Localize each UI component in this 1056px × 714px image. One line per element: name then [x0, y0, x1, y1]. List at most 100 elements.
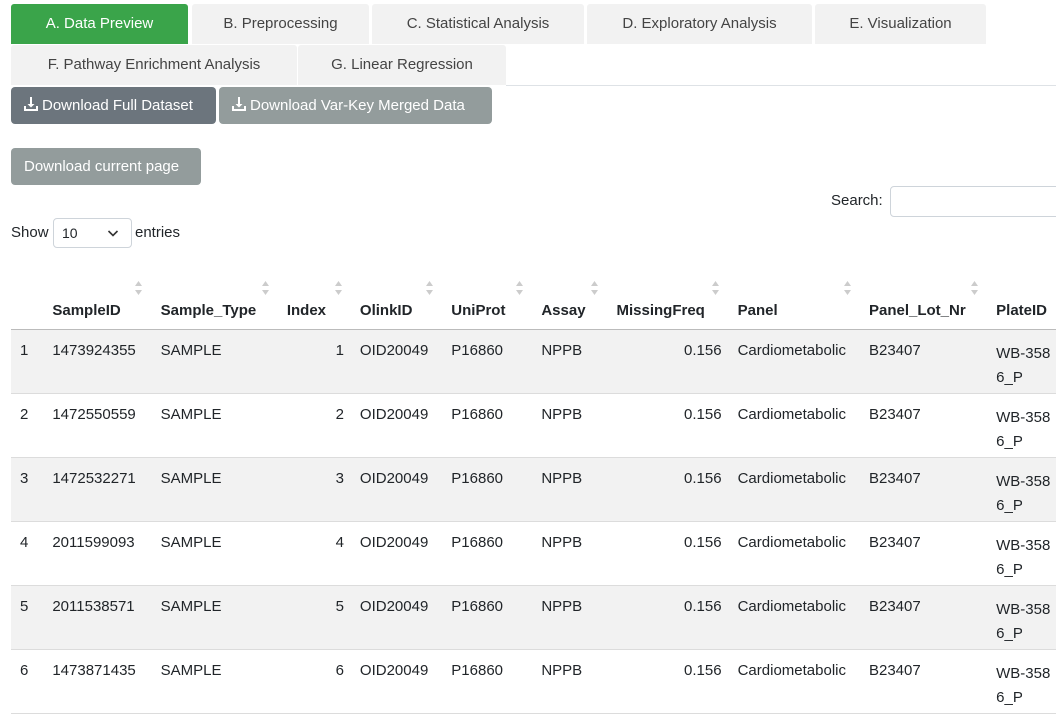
cell-n: 4	[11, 521, 53, 586]
sort-icon	[970, 281, 978, 295]
cell-index: 5	[286, 585, 360, 650]
table-header-row: SampleID Sample_Type Index OlinkID UniPr…	[11, 272, 1056, 330]
download-current-page-button[interactable]: Download current page	[11, 148, 201, 185]
entries-label: entries	[135, 224, 181, 241]
cell-sampleid: 2011538571	[52, 585, 161, 650]
cell-sampleid: 1473924355	[52, 329, 161, 394]
sort-icon	[712, 281, 720, 295]
cell-sample-type: SAMPLE	[160, 393, 287, 458]
tab-exploratory-analysis[interactable]: D. Exploratory Analysis	[587, 4, 812, 44]
column-header-label: Assay	[541, 302, 586, 319]
column-header-panel-lot-nr[interactable]: Panel_Lot_Nr	[868, 272, 997, 330]
cell-assay: NPPB	[541, 457, 617, 522]
cell-panel-lot-nr: B23407	[868, 649, 997, 714]
cell-missingfreq: 0.156	[616, 521, 738, 586]
cell-n: 2	[11, 393, 53, 458]
cell-plateid: WB-3586_P	[996, 329, 1056, 394]
download-icon	[232, 97, 246, 111]
cell-sample-type: SAMPLE	[160, 649, 287, 714]
search-input[interactable]	[890, 186, 1056, 217]
cell-index: 4	[286, 521, 360, 586]
cell-panel: Cardiometabolic	[737, 329, 869, 394]
column-header-panel[interactable]: Panel	[737, 272, 869, 330]
cell-index: 1	[286, 329, 360, 394]
column-header-label: Panel	[737, 302, 778, 319]
tab-statistical-analysis[interactable]: C. Statistical Analysis	[372, 4, 584, 44]
cell-panel-lot-nr: B23407	[868, 585, 997, 650]
cell-missingfreq: 0.156	[616, 393, 738, 458]
cell-uniprot: P16860	[451, 393, 542, 458]
tab-data-preview[interactable]: A. Data Preview	[11, 4, 188, 44]
cell-assay: NPPB	[541, 585, 617, 650]
table-row[interactable]: 3 1472532271 SAMPLE 3 OID20049 P16860 NPPB 0.15…	[11, 457, 1056, 522]
column-header-uniprot[interactable]: UniProt	[451, 272, 542, 330]
cell-n: 6	[11, 649, 53, 714]
column-header-plateid[interactable]: PlateID	[996, 272, 1056, 330]
column-header-label: Panel_Lot_Nr	[868, 302, 966, 319]
cell-uniprot: P16860	[451, 521, 542, 586]
cell-sampleid: 1472550559	[52, 393, 161, 458]
download-full-dataset-label: Download Full Dataset	[42, 97, 193, 114]
cell-index: 2	[286, 393, 360, 458]
column-header-label: MissingFreq	[616, 302, 705, 319]
cell-plateid: WB-3586_P	[996, 521, 1056, 586]
cell-panel: Cardiometabolic	[737, 649, 869, 714]
cell-assay: NPPB	[541, 329, 617, 394]
table-row[interactable]: 4 2011599093 SAMPLE 4 OID20049 P16860 NPPB 0.15…	[11, 521, 1056, 586]
cell-sampleid: 1472532271	[52, 457, 161, 522]
tab-preprocessing[interactable]: B. Preprocessing	[192, 4, 369, 44]
column-header-sample-type[interactable]: Sample_Type	[160, 272, 287, 330]
cell-panel: Cardiometabolic	[737, 393, 869, 458]
cell-uniprot: P16860	[451, 585, 542, 650]
cell-plateid: WB-3586_P	[996, 393, 1056, 458]
tab-linear-regression[interactable]: G. Linear Regression	[298, 45, 506, 85]
column-header-assay[interactable]: Assay	[541, 272, 617, 330]
cell-missingfreq: 0.156	[616, 329, 738, 394]
cell-sample-type: SAMPLE	[160, 521, 287, 586]
cell-panel: Cardiometabolic	[737, 585, 869, 650]
column-header-row-number[interactable]	[11, 272, 53, 330]
tab-pathway-enrichment[interactable]: F. Pathway Enrichment Analysis	[11, 45, 297, 85]
cell-panel-lot-nr: B23407	[868, 329, 997, 394]
cell-assay: NPPB	[541, 649, 617, 714]
cell-n: 3	[11, 457, 53, 522]
sort-icon	[334, 281, 342, 295]
cell-olinkid: OID20049	[359, 393, 452, 458]
cell-olinkid: OID20049	[359, 649, 452, 714]
download-merged-data-button[interactable]: Download Var-Key Merged Data	[219, 87, 492, 124]
table-row[interactable]: 5 2011538571 SAMPLE 5 OID20049 P16860 NPPB 0.15…	[11, 585, 1056, 650]
cell-index: 6	[286, 649, 360, 714]
chevron-down-icon	[107, 230, 119, 237]
sort-icon	[516, 281, 524, 295]
cell-panel: Cardiometabolic	[737, 457, 869, 522]
cell-assay: NPPB	[541, 393, 617, 458]
cell-sample-type: SAMPLE	[160, 585, 287, 650]
sort-icon	[843, 281, 851, 295]
cell-panel-lot-nr: B23407	[868, 457, 997, 522]
download-icon	[24, 97, 38, 111]
search-label: Search:	[831, 192, 883, 209]
cell-sampleid: 1473871435	[52, 649, 161, 714]
cell-sampleid: 2011599093	[52, 521, 161, 586]
column-header-olinkid[interactable]: OlinkID	[359, 272, 452, 330]
table-row[interactable]: 6 1473871435 SAMPLE 6 OID20049 P16860 NPPB 0.15…	[11, 649, 1056, 714]
cell-olinkid: OID20049	[359, 585, 452, 650]
cell-uniprot: P16860	[451, 457, 542, 522]
column-header-index[interactable]: Index	[286, 272, 360, 330]
cell-plateid: WB-3586_P	[996, 649, 1056, 714]
table-row[interactable]: 1 1473924355 SAMPLE 1 OID20049 P16860 NPPB 0.15…	[11, 329, 1056, 394]
sort-icon	[261, 281, 269, 295]
table-row[interactable]: 2 1472550559 SAMPLE 2 OID20049 P16860 NPPB 0.15…	[11, 393, 1056, 458]
column-header-sampleid[interactable]: SampleID	[52, 272, 161, 330]
column-header-missingfreq[interactable]: MissingFreq	[616, 272, 738, 330]
cell-index: 3	[286, 457, 360, 522]
cell-sample-type: SAMPLE	[160, 329, 287, 394]
cell-olinkid: OID20049	[359, 521, 452, 586]
entries-per-page-select[interactable]: 10	[53, 218, 132, 248]
cell-missingfreq: 0.156	[616, 585, 738, 650]
cell-uniprot: P16860	[451, 329, 542, 394]
column-header-label: SampleID	[52, 302, 121, 319]
sort-icon	[591, 281, 599, 295]
download-full-dataset-button[interactable]: Download Full Dataset	[11, 87, 216, 124]
tab-visualization[interactable]: E. Visualization	[815, 4, 986, 44]
